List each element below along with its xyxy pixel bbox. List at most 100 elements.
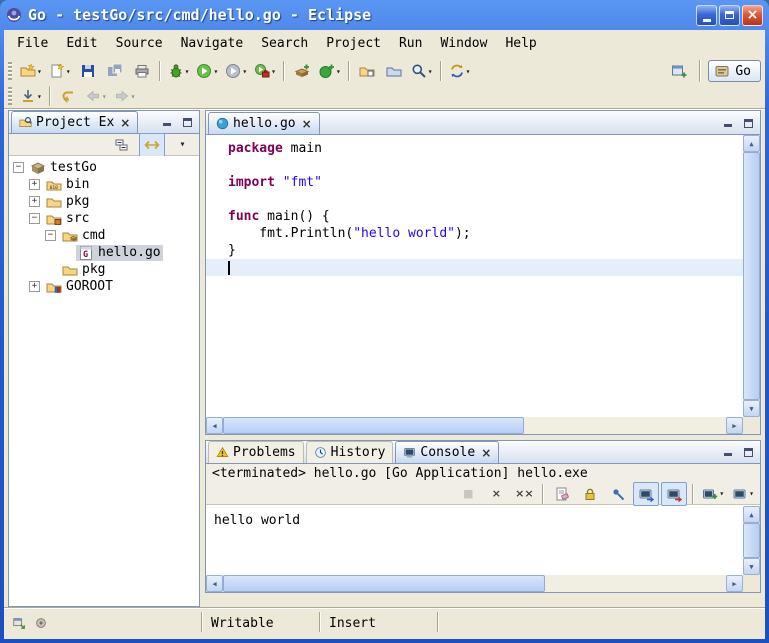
maximize-editor-button[interactable] (740, 116, 756, 130)
save-button[interactable] (75, 59, 101, 83)
collapse-all-button[interactable] (109, 133, 135, 157)
close-editor-icon[interactable]: × (302, 117, 312, 131)
import-jar-button[interactable] (354, 59, 380, 83)
scroll-up-icon[interactable]: ▲ (743, 506, 760, 523)
show-console-stdout-button[interactable] (633, 482, 659, 506)
expander-icon[interactable]: + (29, 281, 40, 292)
scroll-right-icon[interactable]: ▶ (726, 417, 743, 434)
title-bar[interactable]: Go - testGo/src/cmd/hello.go - Eclipse × (0, 0, 769, 30)
editor-vertical-scrollbar[interactable]: ▲ ▼ (743, 135, 760, 417)
scroll-left-icon[interactable]: ◀ (206, 575, 223, 592)
code-line-current[interactable] (206, 259, 743, 276)
external-tools-dropdown-button[interactable]: ▾ (251, 59, 279, 83)
code-line[interactable]: } (206, 242, 743, 259)
menu-run[interactable]: Run (390, 33, 431, 54)
console-output-area[interactable]: hello world (206, 506, 743, 575)
show-console-stderr-button[interactable] (661, 482, 687, 506)
tree-item-testgo[interactable]: − testGo (9, 159, 199, 176)
remove-launch-button[interactable]: × (483, 482, 509, 506)
menu-navigate[interactable]: Navigate (172, 33, 253, 54)
console-horizontal-scrollbar[interactable]: ◀ ▶ (206, 575, 743, 592)
display-selected-console-dropdown-button[interactable]: ▾ (729, 482, 757, 506)
scroll-down-icon[interactable]: ▼ (743, 558, 760, 575)
expander-icon[interactable]: + (29, 196, 40, 207)
back-dropdown-button[interactable]: ▾ (82, 84, 110, 108)
new-package-button[interactable] (289, 59, 315, 83)
new-file-dropdown-button[interactable]: ▾ (46, 59, 74, 83)
code-line[interactable] (206, 157, 743, 174)
new-project-dropdown-button[interactable]: ▾ (17, 59, 45, 83)
code-line[interactable]: import "fmt" (206, 174, 743, 191)
clear-console-button[interactable] (549, 482, 575, 506)
profile-dropdown-button[interactable]: ▾ (222, 59, 250, 83)
view-menu-button[interactable]: ▾ (169, 133, 195, 157)
tree-item-bin[interactable]: + 010 bin (9, 176, 199, 193)
code-line[interactable]: func main() { (206, 208, 743, 225)
editor-horizontal-scrollbar[interactable]: ◀ ▶ (206, 417, 743, 434)
maximize-button[interactable] (719, 5, 740, 26)
scrollbar-thumb[interactable] (223, 417, 524, 434)
menu-project[interactable]: Project (317, 33, 390, 54)
go-perspective-button[interactable]: Go (708, 60, 761, 82)
expander-icon[interactable]: + (29, 179, 40, 190)
annotation-nav-dropdown-button[interactable]: ▾ (17, 84, 45, 108)
minimize-button[interactable] (696, 5, 717, 26)
tree-item-pkg[interactable]: + pkg (9, 193, 199, 210)
menu-edit[interactable]: Edit (57, 33, 106, 54)
toolbar-grip[interactable] (8, 87, 12, 105)
minimize-editor-button[interactable] (720, 116, 736, 130)
scrollbar-thumb[interactable] (743, 523, 760, 558)
scroll-left-icon[interactable]: ◀ (206, 417, 223, 434)
tab-hello-go[interactable]: hello.go × (208, 112, 320, 134)
tree-item-cmd[interactable]: − cmd (9, 227, 199, 244)
scroll-up-icon[interactable]: ▲ (743, 135, 760, 152)
maximize-console-button[interactable] (740, 445, 756, 459)
scroll-down-icon[interactable]: ▼ (743, 400, 760, 417)
fast-view-icon[interactable] (12, 616, 26, 630)
open-perspective-button[interactable] (666, 59, 692, 83)
new-class-dropdown-button[interactable]: ▾ (316, 59, 344, 83)
console-vertical-scrollbar[interactable]: ▲ ▼ (743, 506, 760, 575)
tab-problems[interactable]: Problems (208, 441, 304, 463)
tree-item-goroot[interactable]: + GOROOT (9, 278, 199, 295)
code-line[interactable]: package main (206, 140, 743, 157)
search-dropdown-button[interactable]: ▾ (408, 59, 436, 83)
link-with-editor-button[interactable] (139, 133, 165, 157)
scroll-right-icon[interactable]: ▶ (726, 575, 743, 592)
close-button[interactable]: × (742, 5, 763, 26)
expander-icon[interactable]: − (45, 230, 56, 241)
scroll-lock-button[interactable] (577, 482, 603, 506)
workspace-status-icon[interactable] (34, 616, 48, 630)
expander-icon[interactable]: − (13, 162, 24, 173)
expander-icon[interactable]: − (29, 213, 40, 224)
remove-all-terminated-button[interactable]: ×× (511, 482, 537, 506)
code-line[interactable] (206, 191, 743, 208)
scrollbar-thumb[interactable] (223, 575, 545, 592)
save-all-button[interactable] (102, 59, 128, 83)
tab-console[interactable]: Console × (395, 441, 499, 463)
pin-console-button[interactable] (605, 482, 631, 506)
last-edit-location-button[interactable] (55, 84, 81, 108)
debug-dropdown-button[interactable]: ▾ (165, 59, 193, 83)
tab-project-explorer[interactable]: Project Ex × (11, 111, 138, 133)
print-button[interactable] (129, 59, 155, 83)
run-dropdown-button[interactable]: ▾ (193, 59, 221, 83)
minimize-view-button[interactable] (159, 115, 175, 129)
menu-file[interactable]: File (8, 33, 57, 54)
maximize-view-button[interactable] (179, 115, 195, 129)
tree-item-pkg-src[interactable]: pkg (9, 261, 199, 278)
menu-source[interactable]: Source (107, 33, 172, 54)
toolbar-grip[interactable] (8, 62, 12, 80)
menu-help[interactable]: Help (496, 33, 545, 54)
tab-history[interactable]: History (306, 441, 394, 463)
minimize-console-button[interactable] (720, 445, 736, 459)
open-archive-button[interactable] (381, 59, 407, 83)
code-line[interactable]: fmt.Println("hello world"); (206, 225, 743, 242)
forward-dropdown-button[interactable]: ▾ (111, 84, 139, 108)
terminate-button[interactable]: ■ (455, 482, 481, 506)
tree-item-src[interactable]: − src (9, 210, 199, 227)
tree-item-hello-go[interactable]: G hello.go (9, 244, 199, 261)
close-view-icon[interactable]: × (120, 116, 130, 130)
close-console-icon[interactable]: × (481, 446, 491, 460)
menu-search[interactable]: Search (252, 33, 317, 54)
